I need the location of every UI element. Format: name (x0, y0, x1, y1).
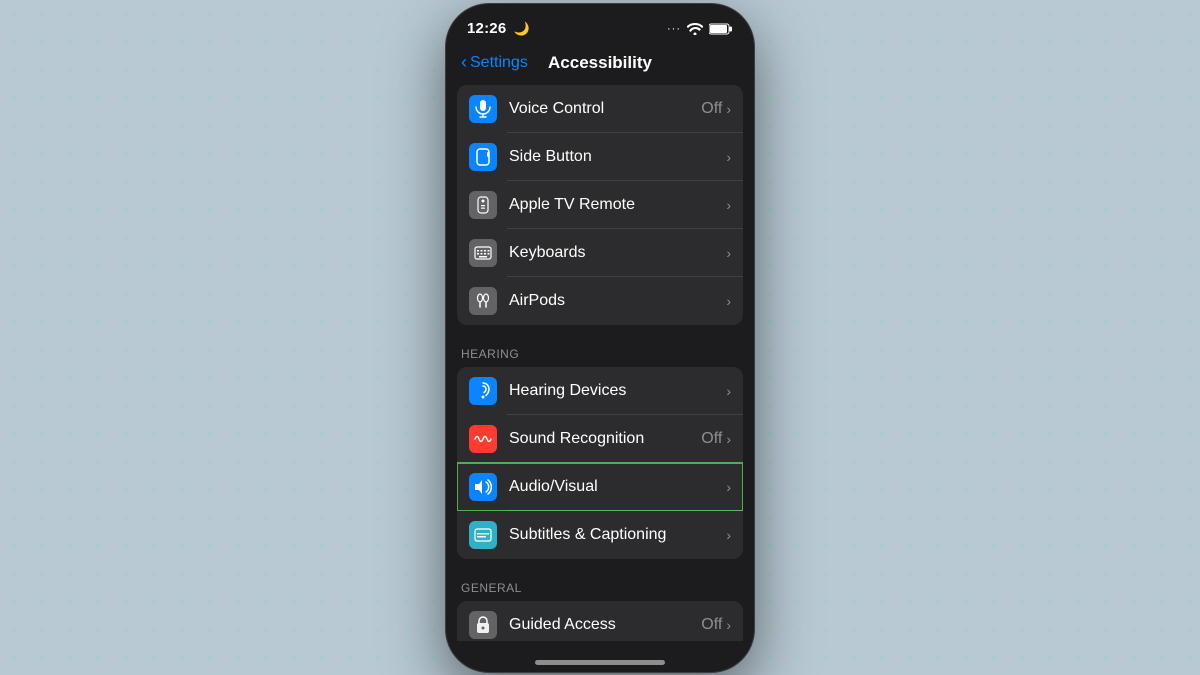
apple-tv-remote-icon (469, 191, 497, 219)
side-button-icon (469, 143, 497, 171)
list-item-hearing-devices[interactable]: Hearing Devices › (457, 367, 743, 415)
sound-recognition-label: Sound Recognition (509, 430, 701, 448)
nav-bar: ‹ Settings Accessibility (445, 47, 755, 81)
hearing-devices-chevron: › (726, 383, 731, 399)
list-item-voice-control[interactable]: Voice Control Off › (457, 85, 743, 133)
hearing-section-header: HEARING (445, 333, 755, 367)
scroll-content[interactable]: Voice Control Off › Side Button › (445, 81, 755, 641)
guided-access-chevron: › (726, 617, 731, 633)
status-icons: ··· (667, 23, 733, 35)
interaction-group: Voice Control Off › Side Button › (457, 85, 743, 325)
audio-visual-label: Audio/Visual (509, 478, 726, 496)
hearing-group: Hearing Devices › Sound Recognition Off … (457, 367, 743, 559)
keyboards-label: Keyboards (509, 244, 726, 262)
voice-control-label: Voice Control (509, 100, 701, 118)
hearing-devices-icon (469, 377, 497, 405)
side-button-chevron: › (726, 149, 731, 165)
subtitles-captioning-label: Subtitles & Captioning (509, 526, 726, 544)
back-label: Settings (470, 54, 528, 72)
apple-tv-remote-chevron: › (726, 197, 731, 213)
general-group: Guided Access Off › Siri › (457, 601, 743, 641)
guided-access-value: Off (701, 616, 722, 634)
list-item-subtitles-captioning[interactable]: Subtitles & Captioning › (457, 511, 743, 559)
audio-visual-icon (469, 473, 497, 501)
list-item-side-button[interactable]: Side Button › (457, 133, 743, 181)
wifi-icon (687, 23, 703, 35)
voice-control-chevron: › (726, 101, 731, 117)
moon-icon: 🌙 (514, 21, 530, 36)
airpods-label: AirPods (509, 292, 726, 310)
side-button-label: Side Button (509, 148, 726, 166)
list-item-keyboards[interactable]: Keyboards › (457, 229, 743, 277)
guided-access-label: Guided Access (509, 616, 701, 634)
status-time: 12:26 🌙 (467, 20, 530, 37)
back-chevron-icon: ‹ (461, 52, 467, 73)
list-item-apple-tv-remote[interactable]: Apple TV Remote › (457, 181, 743, 229)
airpods-icon (469, 287, 497, 315)
keyboards-icon (469, 239, 497, 267)
voice-control-icon (469, 95, 497, 123)
sound-recognition-value: Off (701, 430, 722, 448)
apple-tv-remote-label: Apple TV Remote (509, 196, 726, 214)
list-item-sound-recognition[interactable]: Sound Recognition Off › (457, 415, 743, 463)
page-title: Accessibility (548, 53, 652, 73)
sound-recognition-icon (469, 425, 497, 453)
status-bar: 12:26 🌙 ··· (445, 3, 755, 47)
list-item-airpods[interactable]: AirPods › (457, 277, 743, 325)
list-item-guided-access[interactable]: Guided Access Off › (457, 601, 743, 641)
audio-visual-chevron: › (726, 479, 731, 495)
sound-recognition-chevron: › (726, 431, 731, 447)
subtitles-captioning-icon (469, 521, 497, 549)
home-indicator (535, 660, 665, 665)
voice-control-value: Off (701, 100, 722, 118)
subtitles-captioning-chevron: › (726, 527, 731, 543)
airpods-chevron: › (726, 293, 731, 309)
signal-icon: ··· (667, 23, 681, 35)
hearing-devices-label: Hearing Devices (509, 382, 726, 400)
back-button[interactable]: ‹ Settings (461, 53, 528, 73)
guided-access-icon (469, 611, 497, 639)
keyboards-chevron: › (726, 245, 731, 261)
phone-frame: 12:26 🌙 ··· ‹ Settings Accessibility (445, 3, 755, 673)
list-item-audio-visual[interactable]: Audio/Visual › (457, 463, 743, 511)
general-section-header: GENERAL (445, 567, 755, 601)
battery-icon (709, 23, 733, 35)
